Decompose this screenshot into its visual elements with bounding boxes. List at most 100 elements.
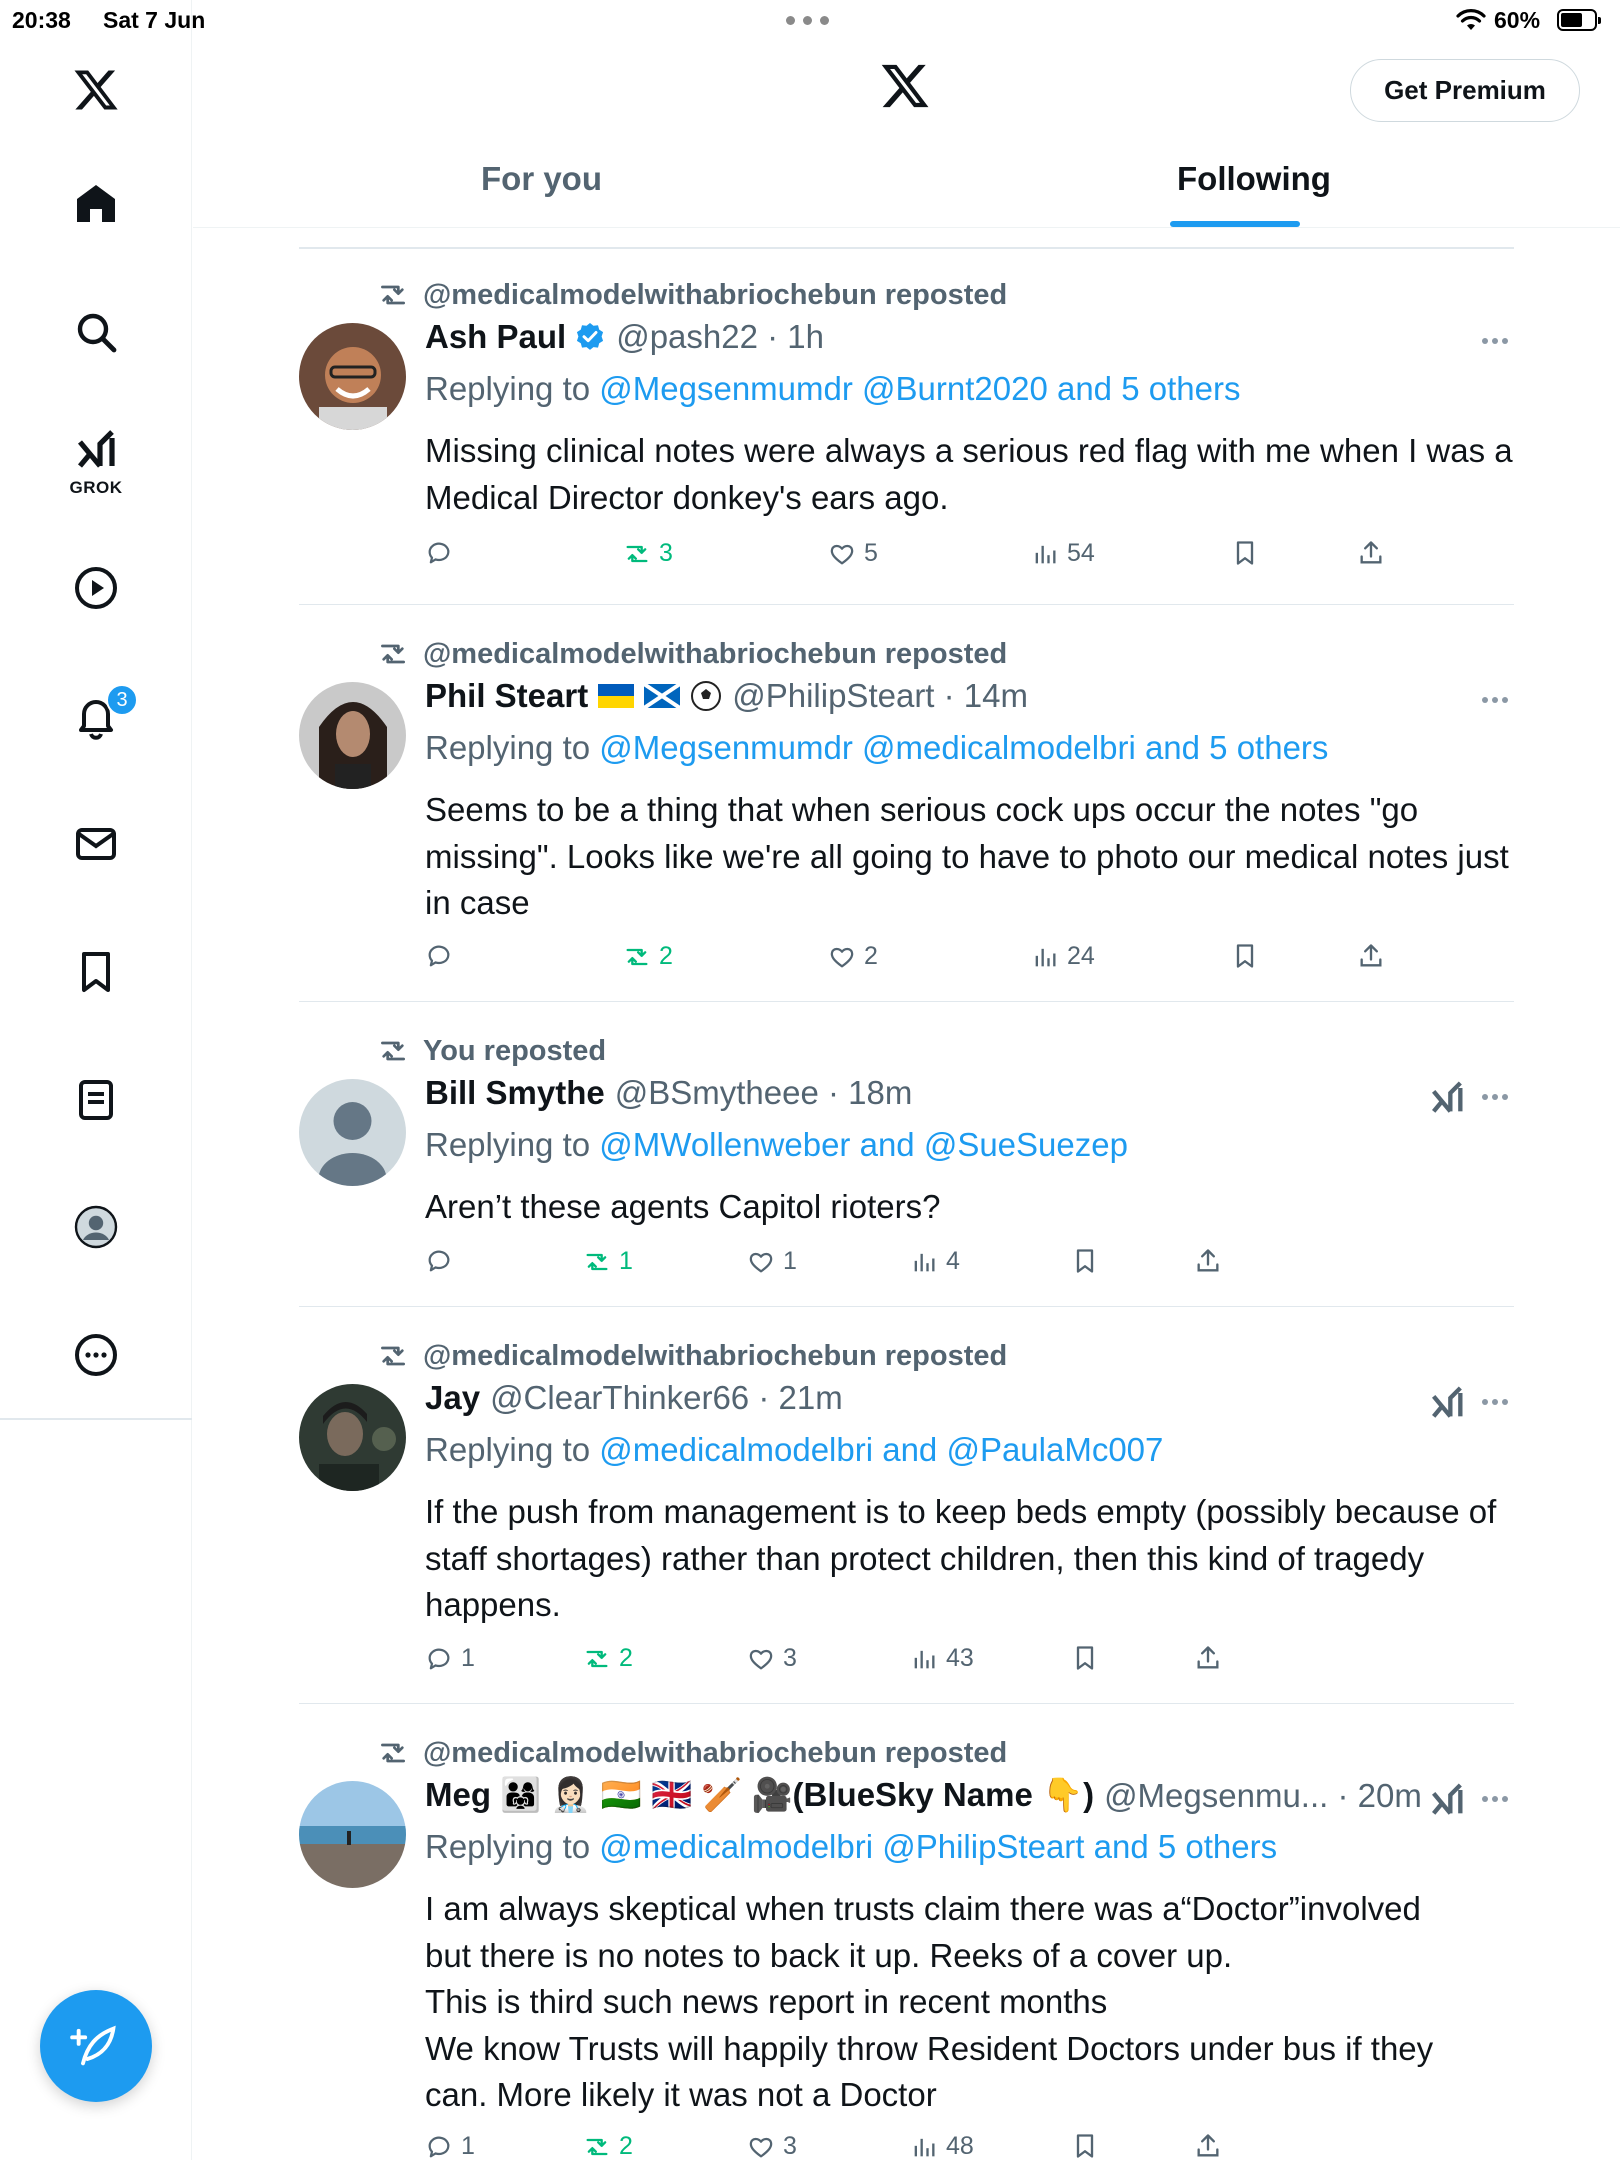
author-name[interactable]: Jay	[425, 1379, 480, 1417]
profile-avatar-icon[interactable]	[56, 1187, 136, 1267]
reply-button[interactable]: 1	[425, 2132, 475, 2160]
repost-button[interactable]: 2	[623, 942, 673, 971]
avatar[interactable]	[299, 682, 406, 789]
repost-button[interactable]: 2	[583, 2132, 633, 2160]
reply-button[interactable]	[425, 539, 461, 567]
author-name[interactable]: Bill Smythe	[425, 1074, 605, 1112]
post[interactable]: @medicalmodelwithabriochebun reposted Ja…	[299, 1339, 1514, 1704]
bookmark-button[interactable]	[1071, 2132, 1099, 2160]
more-options-icon[interactable]	[1482, 1796, 1514, 1806]
avatar[interactable]	[299, 1079, 406, 1186]
replying-to-links[interactable]: @MWollenweber and @SueSuezep	[599, 1126, 1128, 1163]
post[interactable]: @medicalmodelwithabriochebun reposted Ph…	[299, 637, 1514, 1002]
bookmark-button[interactable]	[1071, 1644, 1099, 1672]
like-button[interactable]: 2	[828, 942, 878, 971]
like-button[interactable]: 3	[747, 1644, 797, 1673]
repost-icon	[381, 644, 405, 664]
author-handle[interactable]: @PhilipSteart · 14m	[732, 677, 1028, 715]
author-handle[interactable]: @pash22 · 1h	[616, 318, 824, 356]
author-name[interactable]: Meg 👨‍👩‍👧 👩🏻‍⚕️ 🇮🇳 🇬🇧 🏏 🎥(BlueSky Name 👇…	[425, 1776, 1094, 1815]
search-icon[interactable]	[56, 292, 136, 372]
like-button[interactable]: 3	[747, 2132, 797, 2160]
reply-button[interactable]: 1	[425, 1644, 475, 1673]
views-chart-icon	[914, 1253, 935, 1271]
bookmark-button[interactable]	[1231, 539, 1259, 567]
avatar[interactable]	[299, 1384, 406, 1491]
share-button[interactable]	[1357, 539, 1385, 567]
reply-button[interactable]	[425, 942, 461, 970]
grok-icon[interactable]	[1427, 1078, 1467, 1118]
reply-icon	[428, 945, 450, 967]
messages-envelope-icon[interactable]	[56, 804, 136, 884]
views-button[interactable]: 48	[910, 2132, 974, 2160]
home-icon[interactable]	[56, 164, 136, 244]
replying-to: Replying to @Megsenmumdr @Burnt2020 and …	[425, 370, 1240, 408]
scotland-flag-icon	[644, 684, 681, 708]
like-button[interactable]: 1	[747, 1247, 797, 1276]
battery-percent: 60%	[1494, 7, 1541, 33]
author-name[interactable]: Phil Steart	[425, 677, 588, 715]
more-options-icon[interactable]	[1482, 338, 1514, 348]
post[interactable]: @medicalmodelwithabriochebun reposted As…	[299, 278, 1514, 605]
bookmarks-icon[interactable]	[56, 932, 136, 1012]
replying-to-links[interactable]: @Megsenmumdr @medicalmodelbri and 5 othe…	[599, 729, 1328, 766]
author-name[interactable]: Ash Paul	[425, 318, 566, 356]
repost-icon	[586, 1253, 608, 1270]
post[interactable]: @medicalmodelwithabriochebun reposted Me…	[299, 1736, 1514, 2160]
bookmark-button[interactable]	[1231, 942, 1259, 970]
replying-to-links[interactable]: @medicalmodelbri @PhilipSteart and 5 oth…	[599, 1828, 1277, 1865]
tab-following[interactable]: Following	[1177, 160, 1331, 198]
avatar[interactable]	[299, 1781, 406, 1888]
author-handle[interactable]: @ClearThinker66 · 21m	[490, 1379, 843, 1417]
bookmark-icon	[1076, 2134, 1094, 2158]
sidebar: GROK 3	[0, 0, 192, 2160]
grok-icon[interactable]	[1427, 1383, 1467, 1423]
replying-to-links[interactable]: @medicalmodelbri and @PaulaMc007	[599, 1431, 1163, 1468]
x-logo-icon[interactable]	[56, 50, 136, 130]
lists-icon[interactable]	[56, 1060, 136, 1140]
bookmark-button[interactable]	[1071, 1247, 1099, 1275]
replying-to: Replying to @MWollenweber and @SueSuezep	[425, 1126, 1128, 1164]
avatar[interactable]	[299, 323, 406, 430]
share-button[interactable]	[1194, 2132, 1222, 2160]
get-premium-button[interactable]: Get Premium	[1350, 59, 1580, 122]
share-button[interactable]	[1357, 942, 1385, 970]
views-button[interactable]: 54	[1031, 539, 1095, 568]
multitasking-dots-icon[interactable]	[786, 10, 832, 30]
more-options-icon[interactable]	[56, 1315, 136, 1395]
reply-button[interactable]	[425, 1247, 461, 1275]
grok-icon[interactable]	[1427, 1780, 1467, 1820]
more-options-icon[interactable]	[1482, 697, 1514, 707]
views-button[interactable]: 4	[910, 1247, 960, 1276]
feed-divider	[299, 247, 1514, 249]
repost-button[interactable]: 3	[623, 539, 673, 568]
post-text: Missing clinical notes were always a ser…	[425, 432, 1513, 516]
post[interactable]: You reposted Bill Smythe @BSmytheee · 18…	[299, 1034, 1514, 1307]
repost-button[interactable]: 1	[583, 1247, 633, 1276]
bookmark-icon	[1076, 1249, 1094, 1273]
sidebar-divider	[0, 1418, 192, 1420]
views-button[interactable]: 24	[1031, 942, 1095, 971]
video-play-icon[interactable]	[56, 548, 136, 628]
author-handle[interactable]: @Megsenmu... · 20m	[1104, 1777, 1422, 1815]
tab-for-you[interactable]: For you	[481, 160, 602, 198]
views-count: 43	[946, 1644, 974, 1672]
more-options-icon[interactable]	[1482, 1094, 1514, 1104]
views-button[interactable]: 43	[910, 1644, 974, 1673]
repost-button[interactable]: 2	[583, 1644, 633, 1673]
share-button[interactable]	[1194, 1644, 1222, 1672]
more-options-icon[interactable]	[1482, 1399, 1514, 1409]
repost-by-label: You reposted	[423, 1034, 607, 1067]
like-button[interactable]: 5	[828, 539, 878, 568]
replying-to-links[interactable]: @Megsenmumdr @Burnt2020 and 5 others	[599, 370, 1240, 407]
repost-by-label: @medicalmodelwithabriochebun reposted	[423, 1339, 1008, 1372]
bookmark-icon	[1076, 1646, 1094, 1670]
views-count: 54	[1067, 539, 1095, 567]
views-chart-icon	[914, 1650, 935, 1668]
author-handle[interactable]: @BSmytheee · 18m	[615, 1074, 913, 1112]
share-button[interactable]	[1194, 1247, 1222, 1275]
x-logo-icon[interactable]	[879, 60, 931, 112]
compose-post-button[interactable]	[40, 1990, 152, 2102]
post-author: Bill Smythe @BSmytheee · 18m	[425, 1074, 912, 1112]
post-author: Phil Steart @PhilipSteart · 14m	[425, 677, 1028, 715]
